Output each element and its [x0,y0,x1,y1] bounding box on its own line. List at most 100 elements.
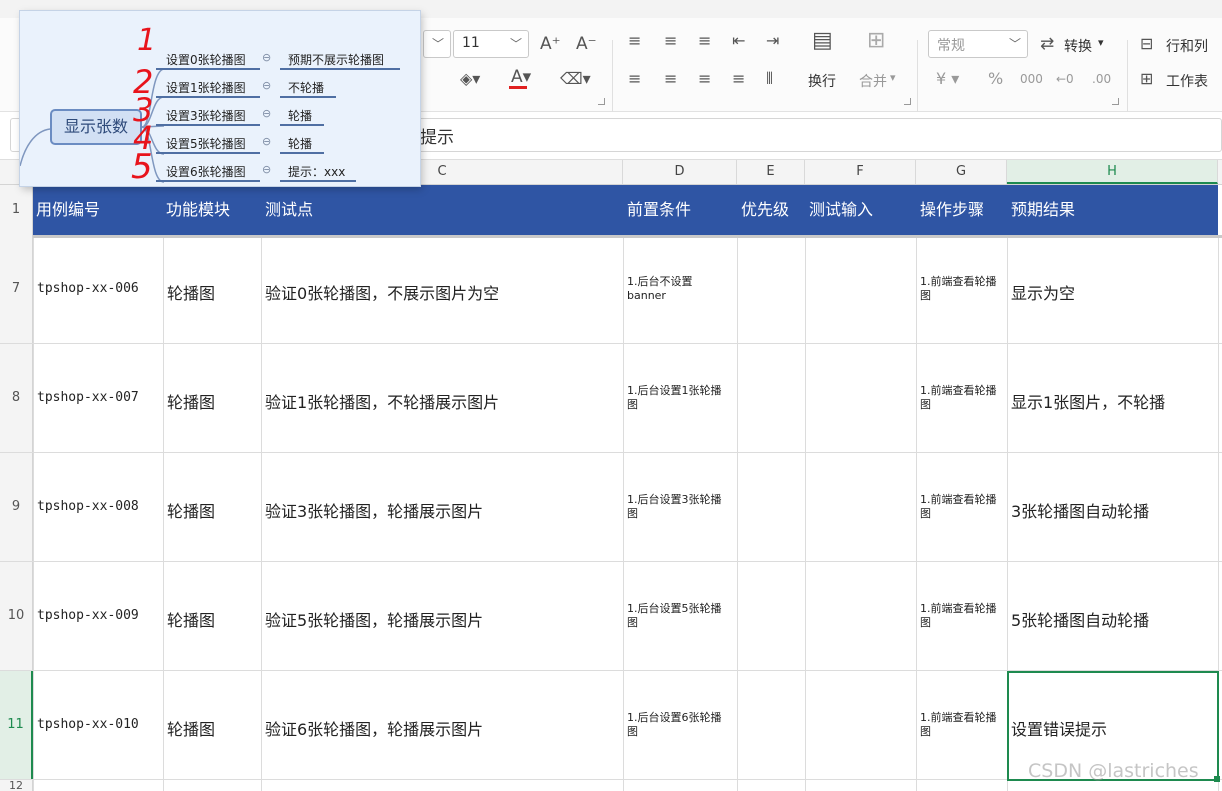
header-cell-input[interactable]: 测试输入 [806,185,873,235]
row-column-button[interactable]: 行和列 [1166,36,1208,56]
row-number[interactable]: 7 [0,235,33,343]
cell-id[interactable]: tpshop-xx-010 [37,717,139,732]
cell-steps[interactable]: 1.前端查看轮播图 [920,493,1004,521]
font-family-select[interactable]: ﹀ [423,30,451,58]
merge-dropdown-icon[interactable]: ▾ [890,71,896,84]
fill-color-icon[interactable]: ◈▾ [460,70,480,88]
mindmap-leaf-node[interactable]: 不轮播 [288,79,324,96]
cell-module[interactable]: 轮播图 [167,280,215,304]
increase-decimal-icon[interactable]: ←0 [1056,70,1074,88]
increase-indent-icon[interactable]: ⇥ [766,32,779,50]
collapse-icon[interactable]: ⊖ [262,163,271,176]
column-header-e[interactable]: E [737,160,805,184]
mindmap-leaf-node[interactable]: 轮播 [288,107,312,124]
collapse-icon[interactable]: ⊖ [262,79,271,92]
cell-id[interactable]: tpshop-xx-007 [37,390,139,405]
justify-icon[interactable]: ≡ [732,70,745,88]
cell-test-point[interactable]: 验证0张轮播图，不展示图片为空 [265,280,499,304]
cell-steps[interactable]: 1.前端查看轮播图 [920,384,1004,412]
currency-icon[interactable]: ¥ ▾ [936,70,959,88]
merge-cells-icon[interactable]: ⊞ [867,30,885,52]
wrap-text-icon[interactable]: ▤ [812,30,833,52]
collapse-icon[interactable]: ⊖ [262,51,271,64]
cell-test-point[interactable]: 验证1张轮播图，不轮播展示图片 [265,389,499,413]
align-center-icon[interactable]: ≡ [664,70,677,88]
row-column-icon[interactable]: ⊟ [1140,35,1153,53]
cell-id[interactable]: tpshop-xx-006 [37,281,139,296]
row-number[interactable]: 10 [0,562,33,670]
column-header-d[interactable]: D [623,160,737,184]
mindmap-leaf-node[interactable]: 预期不展示轮播图 [288,51,384,68]
align-right-icon[interactable]: ≡ [698,70,711,88]
cell-test-point[interactable]: 验证6张轮播图，轮播展示图片 [265,716,483,740]
row-number[interactable]: 9 [0,453,33,561]
mindmap-branch-node[interactable]: 设置0张轮播图 [166,51,246,68]
sheet-icon[interactable]: ⊞ [1140,70,1153,88]
wrap-text-button[interactable]: 换行 [808,71,836,91]
cell-module[interactable]: 轮播图 [167,607,215,631]
cell-precondition[interactable]: 1.后台设置1张轮播图 [627,384,731,412]
cell-module[interactable]: 轮播图 [167,498,215,522]
align-top-icon[interactable]: ≡ [628,32,641,50]
align-group-launcher-icon[interactable] [904,98,911,105]
fill-handle[interactable] [1214,776,1220,782]
row-number[interactable]: 8 [0,344,33,452]
mindmap-leaf-node[interactable]: 提示：xxx [288,163,345,180]
align-left-icon[interactable]: ≡ [628,70,641,88]
cell-expected[interactable]: 3张轮播图自动轮播 [1011,498,1149,522]
distributed-align-icon[interactable]: ⦀ [766,70,773,88]
cell-steps[interactable]: 1.前端查看轮播图 [920,275,1004,303]
decrease-font-icon[interactable]: A⁻ [576,35,597,53]
cell-module[interactable]: 轮播图 [167,716,215,740]
row-number[interactable]: 11 [0,671,33,779]
font-size-select[interactable]: 11 ﹀ [453,30,529,58]
convert-button[interactable]: 转换 [1064,36,1092,56]
convert-dropdown-icon[interactable]: ▾ [1098,36,1104,49]
header-cell-module[interactable]: 功能模块 [163,185,230,235]
cell-module[interactable]: 轮播图 [167,389,215,413]
align-bottom-icon[interactable]: ≡ [698,32,711,50]
merge-cells-button[interactable]: 合并 [859,71,887,91]
decrease-decimal-icon[interactable]: .00 [1092,70,1111,88]
column-header-g[interactable]: G [916,160,1007,184]
header-cell-priority[interactable]: 优先级 [738,185,789,235]
cell-precondition[interactable]: 1.后台设置6张轮播图 [627,711,731,739]
convert-icon[interactable]: ⇄ [1040,35,1054,53]
number-group-launcher-icon[interactable] [1112,98,1119,105]
header-cell-expected[interactable]: 预期结果 [1008,185,1075,235]
font-group-launcher-icon[interactable] [598,98,605,105]
header-cell-precondition[interactable]: 前置条件 [624,185,691,235]
row-number[interactable]: 12 [0,780,33,791]
align-middle-icon[interactable]: ≡ [664,32,677,50]
header-cell-steps[interactable]: 操作步骤 [917,185,984,235]
collapse-icon[interactable]: ⊖ [262,107,271,120]
mindmap-branch-node[interactable]: 设置3张轮播图 [166,107,246,124]
header-cell-id[interactable]: 用例编号 [33,185,100,235]
cell-expected[interactable]: 显示1张图片，不轮播 [1011,389,1165,413]
font-color-icon[interactable]: A▾ [511,68,531,86]
mindmap-branch-node[interactable]: 设置1张轮播图 [166,79,246,96]
increase-font-icon[interactable]: A⁺ [540,35,561,53]
mindmap-branch-node[interactable]: 设置5张轮播图 [166,135,246,152]
header-cell-test-point[interactable]: 测试点 [262,185,313,235]
mindmap-central-node[interactable]: 显示张数 [50,109,142,145]
cell-test-point[interactable]: 验证5张轮播图，轮播展示图片 [265,607,483,631]
mindmap-branch-node[interactable]: 设置6张轮播图 [166,163,246,180]
cell-id[interactable]: tpshop-xx-009 [37,608,139,623]
cell-test-point[interactable]: 验证3张轮播图，轮播展示图片 [265,498,483,522]
cell-expected[interactable]: 5张轮播图自动轮播 [1011,607,1149,631]
cell-steps[interactable]: 1.前端查看轮播图 [920,711,1004,739]
column-header-f[interactable]: F [805,160,916,184]
sheet-button[interactable]: 工作表 [1166,71,1208,91]
decrease-indent-icon[interactable]: ⇤ [732,32,745,50]
cell-precondition[interactable]: 1.后台设置3张轮播图 [627,493,731,521]
number-format-select[interactable]: 常规 ﹀ [928,30,1028,58]
thousands-separator-icon[interactable]: 000 [1020,70,1043,88]
cell-precondition[interactable]: 1.后台不设置banner [627,275,731,303]
column-header-h[interactable]: H [1007,160,1218,184]
cell-precondition[interactable]: 1.后台设置5张轮播图 [627,602,731,630]
row-number[interactable]: 1 [0,185,33,235]
cell-expected[interactable]: 显示为空 [1011,280,1075,304]
mindmap-leaf-node[interactable]: 轮播 [288,135,312,152]
cell-steps[interactable]: 1.前端查看轮播图 [920,602,1004,630]
